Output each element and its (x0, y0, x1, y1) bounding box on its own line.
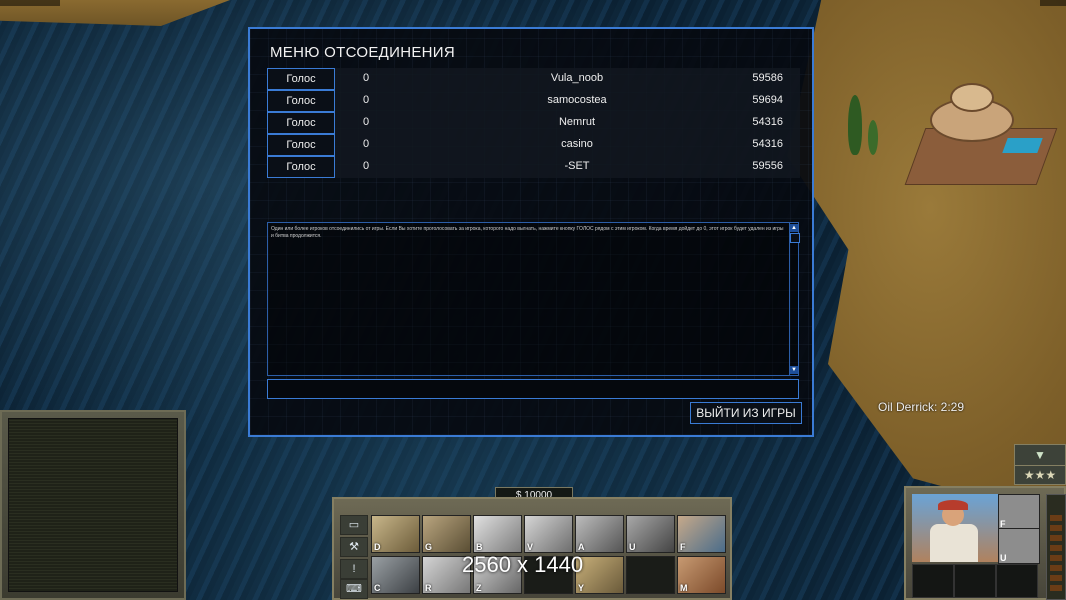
minimap-frame (0, 410, 186, 600)
player-name: -SET (564, 160, 590, 172)
player-name: Vula_noob (550, 72, 604, 84)
player-row: Голос 0 Vula_noob 59586 (267, 68, 800, 90)
scroll-thumb[interactable] (790, 233, 800, 243)
xp-segment (1050, 545, 1062, 551)
player-name: Nemrut (558, 116, 596, 128)
unit-slot-empty (996, 564, 1038, 598)
xp-segment (1050, 555, 1062, 561)
vote-count: 0 (363, 94, 370, 106)
unit-ability-button[interactable]: F (998, 494, 1040, 530)
wrench-icon[interactable]: ⚒ (340, 537, 368, 557)
unit-panel: F U (904, 486, 1066, 600)
alert-icon[interactable]: ! (340, 559, 368, 579)
vote-button[interactable]: Голос (267, 68, 335, 90)
player-row: Голос 0 Nemrut 54316 (267, 112, 800, 134)
command-center-building[interactable] (904, 78, 1058, 198)
general-rank-button[interactable]: ★★★ (1014, 465, 1066, 485)
vote-count: 0 (363, 160, 370, 172)
options-icon[interactable]: ▭ (340, 515, 368, 535)
build-button[interactable]: A (575, 515, 624, 553)
player-id: 54316 (752, 138, 783, 150)
vote-button[interactable]: Голос (267, 112, 335, 134)
unit-slot-empty (954, 564, 996, 598)
chat-input[interactable] (267, 379, 799, 399)
disconnect-message: Один или более игроков отсоединились от … (271, 226, 784, 239)
vote-button[interactable]: Голос (267, 134, 335, 156)
build-button[interactable]: C (371, 556, 420, 594)
player-row: Голос 0 casino 54316 (267, 134, 800, 156)
player-row: Голос 0 -SET 59556 (267, 156, 800, 178)
player-name: casino (561, 138, 593, 150)
cypress-tree (848, 95, 862, 155)
vote-button[interactable]: Голос (267, 156, 335, 178)
disconnect-dialog: МЕНЮ ОТСОЕДИНЕНИЯ Голос 0 Vula_noob 5958… (248, 27, 814, 437)
xp-segment (1050, 575, 1062, 581)
debug-bar-right (1040, 0, 1066, 6)
portrait-body (930, 524, 978, 562)
player-id: 59586 (752, 72, 783, 84)
minimap[interactable] (8, 418, 178, 592)
build-button[interactable]: F (677, 515, 726, 553)
dialog-title: МЕНЮ ОТСОЕДИНЕНИЯ (270, 44, 455, 61)
player-name: samocostea (547, 94, 607, 106)
build-button[interactable]: G (422, 515, 471, 553)
player-id: 59556 (752, 160, 783, 172)
message-scrollbar[interactable]: ▲ ▼ (789, 223, 800, 375)
xp-segment (1050, 515, 1062, 521)
unit-slot-empty (912, 564, 954, 598)
xp-segment (1050, 585, 1062, 591)
debug-bar-left (0, 0, 60, 6)
build-button[interactable]: B (473, 515, 522, 553)
command-bar: ▭ ⚒ ! ⌨ D G B V A U F C R Z Y M (332, 497, 732, 600)
oil-derrick-timer: Oil Derrick: 2:29 (878, 400, 965, 414)
player-id: 59694 (752, 94, 783, 106)
resolution-overlay: 2560 x 1440 (462, 552, 584, 577)
message-box: Один или более игроков отсоединились от … (267, 222, 800, 376)
xp-segment (1050, 535, 1062, 541)
keyboard-icon[interactable]: ⌨ (340, 579, 368, 599)
portrait-hat (938, 500, 968, 510)
unit-portrait (912, 494, 998, 562)
build-button[interactable]: D (371, 515, 420, 553)
build-slot-empty (626, 556, 675, 594)
experience-bar (1046, 494, 1066, 600)
collapse-arrow-icon[interactable]: ▼ (1014, 444, 1066, 466)
vote-count: 0 (363, 116, 370, 128)
scroll-down-arrow-icon[interactable]: ▼ (790, 366, 798, 374)
building-pool (1002, 138, 1043, 153)
xp-segment (1050, 525, 1062, 531)
bush (868, 120, 878, 155)
xp-segment (1050, 565, 1062, 571)
build-button[interactable]: V (524, 515, 573, 553)
player-id: 54316 (752, 116, 783, 128)
scroll-up-arrow-icon[interactable]: ▲ (790, 224, 798, 232)
player-row: Голос 0 samocostea 59694 (267, 90, 800, 112)
vote-count: 0 (363, 72, 370, 84)
vote-count: 0 (363, 138, 370, 150)
unit-ability-button[interactable]: U (998, 528, 1040, 564)
vote-button[interactable]: Голос (267, 90, 335, 112)
leave-game-button[interactable]: ВЫЙТИ ИЗ ИГРЫ (690, 402, 802, 424)
build-button[interactable]: M (677, 556, 726, 594)
build-button[interactable]: U (626, 515, 675, 553)
building-dome (950, 83, 994, 112)
